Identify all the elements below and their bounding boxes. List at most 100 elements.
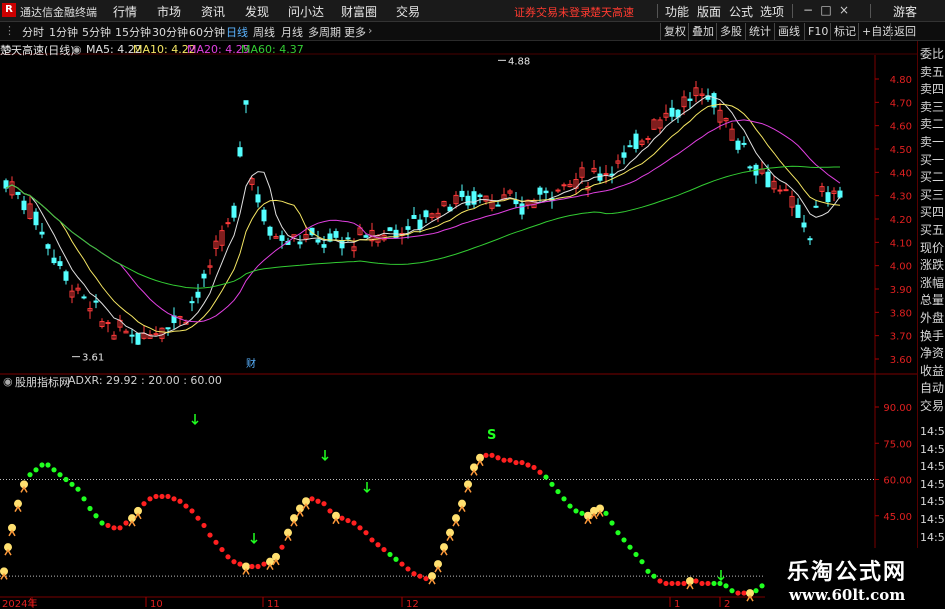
trade-time: 14:56 <box>920 530 945 544</box>
buy-arrow-icon <box>4 548 12 556</box>
menu-item-gongshi[interactable]: 公式 <box>729 3 753 20</box>
indicator-dot <box>219 546 225 553</box>
kline-chart[interactable]: 4.80 4.70 4.60 4.50 4.40 4.30 4.20 4.10 4.00 3.90… <box>0 41 917 609</box>
indicator-settings-icon[interactable]: ◉ <box>3 375 13 388</box>
menu-item-zixun[interactable]: 资讯 <box>201 3 225 20</box>
indicator-dot <box>405 566 411 572</box>
tool-tongji[interactable]: 统计 <box>745 23 774 40</box>
menu-item-wenxiaoda[interactable]: 问小达 <box>288 3 324 20</box>
indicator-dot <box>69 481 75 487</box>
indicator-dot <box>147 496 153 502</box>
period-weekly[interactable]: 周线 <box>253 24 275 40</box>
indicator-dot <box>87 505 93 512</box>
quote-field-label: 涨幅 <box>920 275 945 290</box>
login-alert[interactable]: 证券交易未登录 <box>514 4 591 20</box>
buy-arrow-icon <box>242 568 250 575</box>
candle <box>783 189 789 192</box>
candle <box>417 219 423 230</box>
indicator-dot <box>741 590 747 596</box>
candle <box>243 100 249 105</box>
tool-fuquan[interactable]: 复权 <box>660 23 689 40</box>
candle <box>261 209 267 222</box>
indicator-dot <box>249 563 255 570</box>
period-60min[interactable]: 60分钟 <box>189 24 225 40</box>
candle <box>561 184 567 187</box>
quote-field-label[interactable]: 自动 <box>920 379 944 396</box>
period-more[interactable]: 更多 <box>344 24 366 40</box>
candle <box>795 204 801 218</box>
indicator-dot <box>195 515 201 521</box>
menu-item-caifuquan[interactable]: 财富圈 <box>341 3 377 20</box>
quote-field-label: 现价 <box>920 240 945 255</box>
sell-arrow-icon <box>191 414 199 426</box>
menu-item-hangqing[interactable]: 行情 <box>113 3 137 20</box>
divider <box>870 4 871 18</box>
menu-item-banmian[interactable]: 版面 <box>697 3 721 20</box>
indicator-dot <box>531 464 537 471</box>
period-fenshi[interactable]: 分时 <box>22 24 44 40</box>
indicator-dot <box>177 498 183 504</box>
candle <box>81 296 87 299</box>
menu-item-faxian[interactable]: 发现 <box>245 3 269 20</box>
quote-field-label: 卖二 <box>920 117 945 132</box>
maximize-icon[interactable]: □ <box>818 2 834 18</box>
buy-arrow-icon <box>470 468 478 476</box>
buy-arrow-icon <box>128 519 136 527</box>
tool-duogu[interactable]: 多股 <box>716 23 745 40</box>
tool-biaoji[interactable]: 标记 <box>830 23 859 40</box>
indicator-dot <box>489 452 495 458</box>
tool-fanhui[interactable]: 返回 <box>890 23 919 40</box>
tool-huaxian[interactable]: 画线 <box>774 23 803 40</box>
candle <box>765 171 771 188</box>
candle <box>321 244 327 248</box>
quote-field-label: 买三 <box>920 187 945 202</box>
indicator-dot <box>237 561 243 567</box>
close-icon[interactable]: × <box>836 2 852 18</box>
buy-arrow-icon <box>428 577 436 585</box>
buy-arrow-icon <box>434 565 442 573</box>
indicator-dot <box>633 551 639 558</box>
user-guest[interactable]: 游客 <box>893 3 917 20</box>
period-multi[interactable]: 多周期 <box>308 24 341 40</box>
quote-field-label: 买四 <box>920 205 945 220</box>
indicator-dot <box>627 544 633 550</box>
chart-area[interactable]: 4.80 4.70 4.60 4.50 4.40 4.30 4.20 4.10 4.00 3.90… <box>0 41 917 609</box>
minimize-icon[interactable]: − <box>800 2 816 18</box>
period-monthly[interactable]: 月线 <box>281 24 303 40</box>
indicator-dot <box>81 496 87 502</box>
indicator-dot <box>363 530 369 536</box>
candle <box>195 291 201 298</box>
candle <box>255 194 261 203</box>
period-5min[interactable]: 5分钟 <box>82 24 111 40</box>
buy-arrow-icon <box>464 485 472 493</box>
candle <box>315 239 321 243</box>
menu-item-gongneng[interactable]: 功能 <box>665 3 689 20</box>
menu-item-shichang[interactable]: 市场 <box>157 3 181 20</box>
tool-diejia[interactable]: 叠加 <box>688 23 717 40</box>
indicator-tick-label: 75.00 <box>883 439 912 450</box>
quote-field-label[interactable]: 交易 <box>920 397 944 414</box>
tool-f10[interactable]: F10 <box>804 23 831 40</box>
candle <box>189 301 195 304</box>
menu-item-jiaoyi[interactable]: 交易 <box>396 3 420 20</box>
price-tick-label: 3.60 <box>890 355 912 366</box>
candle <box>687 98 693 101</box>
menu-item-xuanxiang[interactable]: 选项 <box>760 3 784 20</box>
buy-arrow-icon <box>0 572 8 580</box>
settings-dot-icon[interactable]: ◉ <box>72 43 82 56</box>
candle <box>63 271 69 281</box>
indicator-title: 股朋指标网 <box>15 376 70 389</box>
period-daily[interactable]: 日线 <box>226 24 248 40</box>
period-1min[interactable]: 1分钟 <box>49 24 78 40</box>
buy-arrow-icon <box>302 502 310 510</box>
indicator-dot <box>171 496 177 502</box>
candle <box>747 166 753 169</box>
x-axis-label: 11 <box>267 599 280 609</box>
period-15min[interactable]: 15分钟 <box>115 24 151 40</box>
period-30min[interactable]: 30分钟 <box>152 24 188 40</box>
indicator-dot <box>27 472 33 478</box>
indicator-dot <box>567 503 573 509</box>
chevron-right-icon[interactable]: › <box>368 24 372 37</box>
indicator-dot <box>189 508 195 514</box>
indicator-dot <box>609 520 615 526</box>
